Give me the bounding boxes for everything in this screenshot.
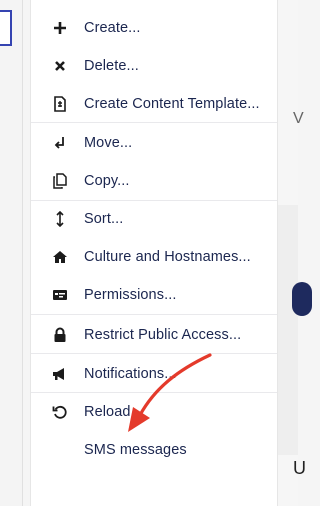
home-icon	[51, 248, 69, 266]
document-icon	[51, 95, 69, 113]
sort-icon	[51, 210, 69, 228]
menu-item-label: Sort...	[84, 211, 124, 227]
menu-item-create[interactable]: Create...	[31, 9, 277, 47]
menu-item-label: Restrict Public Access...	[84, 327, 242, 343]
megaphone-icon	[51, 365, 69, 383]
right-text-fragment-u: U	[293, 458, 306, 478]
menu-item-notifications[interactable]: Notifications...	[31, 355, 277, 393]
menu-item-label: SMS messages	[84, 442, 187, 458]
menu-item-label: Permissions...	[84, 287, 177, 303]
menu-separator	[31, 122, 277, 123]
permissions-icon	[51, 286, 69, 304]
plus-icon	[51, 19, 69, 37]
menu-item-reload[interactable]: Reload	[31, 393, 277, 431]
close-icon	[51, 57, 69, 75]
menu-item-label: Reload	[84, 404, 131, 420]
menu-item-label: Delete...	[84, 58, 139, 74]
right-dark-shape	[292, 282, 312, 316]
actions-menu: Create... Delete... Create Content Templ…	[30, 0, 278, 506]
left-input-field[interactable]	[0, 10, 12, 46]
menu-separator	[31, 353, 277, 354]
lock-icon	[51, 326, 69, 344]
menu-item-label: Move...	[84, 135, 133, 151]
right-content-block	[277, 205, 298, 455]
menu-item-move[interactable]: Move...	[31, 124, 277, 162]
copy-icon	[51, 172, 69, 190]
menu-item-delete[interactable]: Delete...	[31, 47, 277, 85]
menu-item-permissions[interactable]: Permissions...	[31, 276, 277, 314]
menu-item-restrict-public-access[interactable]: Restrict Public Access...	[31, 316, 277, 354]
menu-item-label: Create...	[84, 20, 141, 36]
menu-item-create-content-template[interactable]: Create Content Template...	[31, 85, 277, 123]
menu-item-sms-messages[interactable]: SMS messages	[31, 431, 277, 469]
menu-item-culture-hostnames[interactable]: Culture and Hostnames...	[31, 238, 277, 276]
move-arrow-icon	[51, 134, 69, 152]
menu-item-copy[interactable]: Copy...	[31, 162, 277, 200]
menu-item-label: Copy...	[84, 173, 130, 189]
right-text-fragment-v: V	[293, 110, 304, 127]
menu-separator	[31, 314, 277, 315]
left-panel	[0, 0, 23, 506]
menu-item-label: Culture and Hostnames...	[84, 249, 251, 265]
reload-icon	[51, 403, 69, 421]
menu-item-label: Create Content Template...	[84, 96, 260, 112]
menu-item-sort[interactable]: Sort...	[31, 200, 277, 238]
menu-item-label: Notifications...	[84, 366, 177, 382]
